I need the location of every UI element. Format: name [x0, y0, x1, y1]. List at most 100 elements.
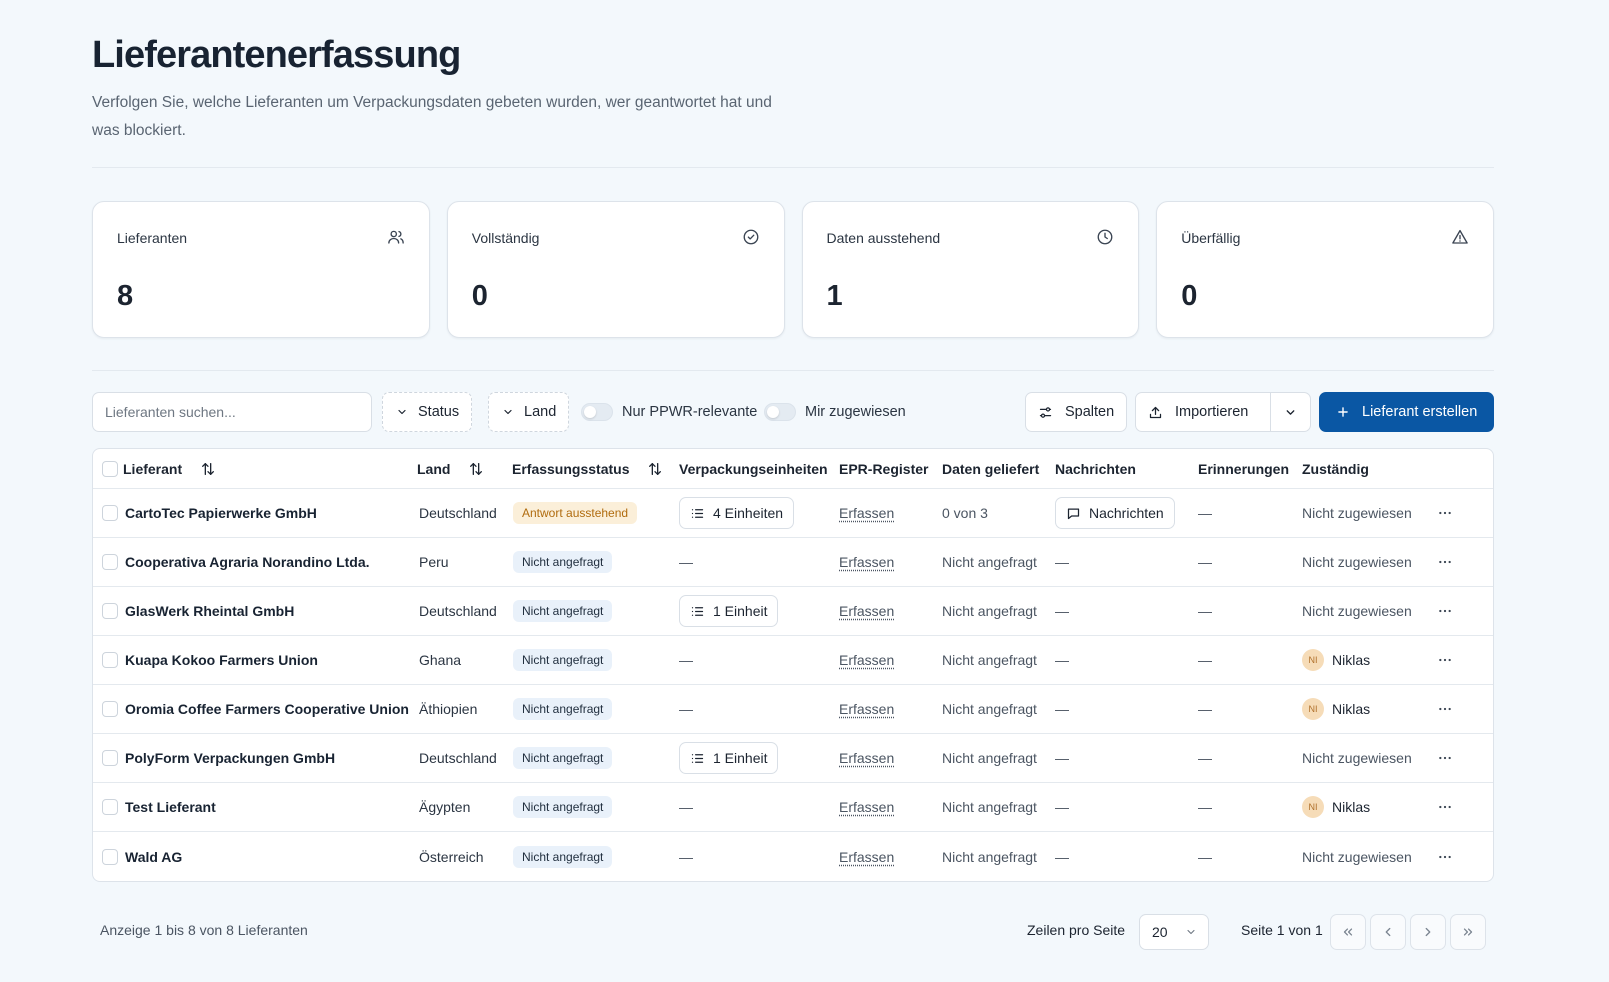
assigned-toggle[interactable] — [764, 403, 796, 421]
table-row[interactable]: Test Lieferant Ägypten Nicht angefragt — Erf… — [93, 783, 1493, 832]
status-cell: Nicht angefragt — [513, 734, 613, 782]
epr-register-link[interactable]: Erfassen — [839, 554, 894, 570]
status-badge: Nicht angefragt — [513, 747, 613, 769]
epr-cell: Erfassen — [839, 783, 894, 831]
column-header-country[interactable]: Land — [417, 449, 484, 488]
chevron-left-icon — [1381, 925, 1395, 939]
supplier-name-cell: Cooperativa Agraria Norandino Ltda. — [125, 538, 370, 586]
stat-label: Lieferanten — [117, 230, 188, 246]
more-actions-icon[interactable] — [1433, 599, 1457, 623]
stat-card-pending: Daten ausstehend 1 — [801, 201, 1140, 338]
delivered-cell: Nicht angefragt — [942, 783, 1037, 831]
epr-register-link[interactable]: Erfassen — [839, 799, 894, 815]
data-delivered: Nicht angefragt — [942, 750, 1037, 766]
epr-register-link[interactable]: Erfassen — [839, 701, 894, 717]
supplier-name[interactable]: Wald AG — [125, 849, 182, 865]
country: Deutschland — [419, 603, 497, 619]
page-info: Seite 1 von 1 — [1241, 922, 1323, 938]
rows-per-page-value: 20 — [1152, 924, 1168, 940]
assignee-name: Nicht zugewiesen — [1302, 554, 1412, 570]
more-actions-icon[interactable] — [1433, 648, 1457, 672]
row-checkbox-cell — [102, 832, 118, 881]
row-checkbox[interactable] — [102, 750, 118, 766]
last-page-button[interactable] — [1450, 914, 1486, 950]
country-filter-button[interactable]: Land — [488, 392, 570, 432]
column-header-supplier[interactable]: Lieferant — [123, 449, 216, 488]
chevron-down-icon — [502, 406, 514, 418]
status-filter-button[interactable]: Status — [382, 392, 473, 432]
table-row[interactable]: GlasWerk Rheintal GmbH Deutschland Nicht a… — [93, 587, 1493, 636]
import-button-label: Importieren — [1175, 404, 1249, 420]
check-circle-icon — [742, 228, 760, 246]
epr-register-link[interactable]: Erfassen — [839, 603, 894, 619]
row-checkbox[interactable] — [102, 848, 118, 865]
column-header-messages: Nachrichten — [1055, 449, 1136, 488]
column-label: Erinnerungen — [1198, 460, 1290, 477]
supplier-name[interactable]: Cooperativa Agraria Norandino Ltda. — [125, 554, 370, 570]
more-actions-icon[interactable] — [1433, 795, 1457, 819]
row-checkbox[interactable] — [102, 505, 118, 521]
assignee-cell: Nicht zugewiesen — [1302, 832, 1412, 881]
epr-register-link[interactable]: Erfassen — [839, 652, 894, 668]
table-row[interactable]: Oromia Coffee Farmers Cooperative Union Ä… — [93, 685, 1493, 734]
create-supplier-button[interactable]: Lieferant erstellen — [1319, 392, 1494, 432]
epr-register-link[interactable]: Erfassen — [839, 849, 894, 865]
table-row[interactable]: CartoTec Papierwerke GmbH Deutschland Antw… — [93, 489, 1493, 538]
search-input[interactable] — [92, 392, 372, 432]
supplier-name[interactable]: PolyForm Verpackungen GmbH — [125, 750, 335, 766]
import-button[interactable]: Importieren — [1135, 392, 1271, 432]
rows-per-page-select[interactable]: 20 — [1139, 914, 1209, 950]
first-page-button[interactable] — [1330, 914, 1366, 950]
supplier-name[interactable]: CartoTec Papierwerke GmbH — [125, 505, 317, 521]
row-checkbox-cell — [102, 685, 118, 733]
country: Ägypten — [419, 799, 471, 815]
more-actions-icon[interactable] — [1433, 845, 1457, 869]
country-cell: Ägypten — [419, 783, 470, 831]
supplier-name[interactable]: GlasWerk Rheintal GmbH — [125, 603, 294, 619]
reminders-cell: — — [1198, 538, 1212, 586]
row-checkbox[interactable] — [102, 701, 118, 717]
page-title: Lieferantenerfassung — [92, 34, 461, 76]
row-checkbox[interactable] — [102, 554, 118, 570]
plus-icon — [1336, 405, 1350, 419]
packaging-units-button[interactable]: 1 Einheit — [679, 595, 779, 627]
sort-icon — [468, 461, 484, 477]
more-actions-icon[interactable] — [1433, 746, 1457, 770]
reminders: — — [1198, 603, 1212, 619]
status-cell: Nicht angefragt — [513, 636, 613, 684]
more-actions-icon[interactable] — [1433, 550, 1457, 574]
table-row[interactable]: Kuapa Kokoo Farmers Union Ghana Nicht ange… — [93, 636, 1493, 685]
row-checkbox[interactable] — [102, 652, 118, 668]
previous-page-button[interactable] — [1370, 914, 1406, 950]
supplier-name-cell: Wald AG — [125, 832, 182, 881]
reminders: — — [1198, 505, 1212, 521]
epr-register-link[interactable]: Erfassen — [839, 750, 894, 766]
columns-button[interactable]: Spalten — [1025, 392, 1128, 432]
country-cell: Deutschland — [419, 489, 497, 537]
country: Peru — [419, 554, 449, 570]
more-actions-icon[interactable] — [1433, 697, 1457, 721]
supplier-name[interactable]: Oromia Coffee Farmers Cooperative Union — [125, 701, 409, 717]
units-empty: — — [679, 554, 693, 570]
table-row[interactable]: PolyForm Verpackungen GmbH Deutschland Nic… — [93, 734, 1493, 783]
select-all-checkbox[interactable] — [102, 460, 118, 477]
table-row[interactable]: Wald AG Österreich Nicht angefragt — Erfasse… — [93, 832, 1493, 881]
next-page-button[interactable] — [1410, 914, 1446, 950]
more-actions-icon[interactable] — [1433, 501, 1457, 525]
epr-register-link[interactable]: Erfassen — [839, 505, 894, 521]
row-checkbox[interactable] — [102, 603, 118, 619]
packaging-units-button[interactable]: 4 Einheiten — [679, 497, 795, 529]
row-checkbox[interactable] — [102, 799, 118, 815]
ppwr-toggle[interactable] — [581, 403, 613, 421]
column-header-status[interactable]: Erfassungsstatus — [512, 449, 663, 488]
supplier-name[interactable]: Kuapa Kokoo Farmers Union — [125, 652, 318, 668]
import-dropdown-button[interactable] — [1270, 392, 1311, 432]
status-badge: Nicht angefragt — [513, 796, 613, 818]
assignee-name: Nicht zugewiesen — [1302, 848, 1412, 865]
table-row[interactable]: Cooperativa Agraria Norandino Ltda. Peru N… — [93, 538, 1493, 587]
packaging-units-button[interactable]: 1 Einheit — [679, 742, 779, 774]
messages-button[interactable]: Nachrichten — [1055, 497, 1175, 529]
supplier-name[interactable]: Test Lieferant — [125, 799, 216, 815]
section-divider — [92, 370, 1494, 371]
supplier-name-cell: Oromia Coffee Farmers Cooperative Union — [125, 685, 409, 733]
